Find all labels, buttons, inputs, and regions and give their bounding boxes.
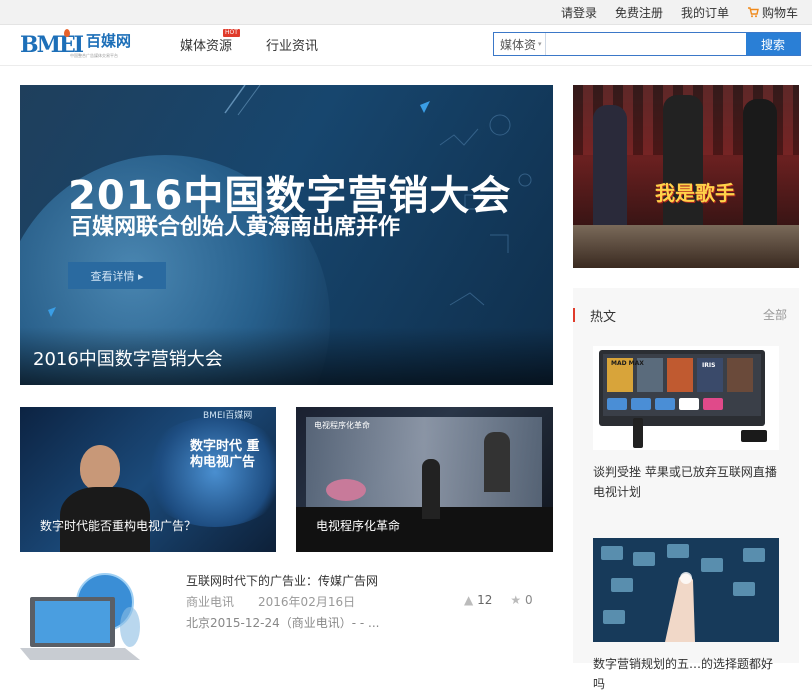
article-stats: ▲ 12 ★ 0 [464, 593, 533, 607]
view-details-button[interactable]: 查看详情 ▸ [68, 262, 166, 289]
search-category-label: 媒体资 [500, 37, 537, 52]
speaker-figure [422, 459, 440, 519]
globe-graphic [140, 417, 276, 527]
nav-item-media[interactable]: 媒体资源 HOT [180, 29, 240, 54]
news-card-2[interactable]: 电视程序化革命 电视程序化革命 [296, 407, 553, 552]
search-input[interactable] [546, 33, 746, 55]
flame-icon [64, 29, 70, 37]
cart-label: 购物车 [761, 5, 798, 20]
like-value: 12 [477, 593, 493, 607]
star-icon: ★ [510, 593, 522, 607]
nav-item-news[interactable]: 行业资讯 [266, 35, 318, 54]
post-title[interactable]: 数字营销规划的五…的选择题都好吗 [593, 654, 783, 694]
singer-figure [663, 95, 703, 235]
cart-icon [747, 7, 759, 18]
article-summary: 北京2015-12-24（商业电讯）- - ... [186, 616, 380, 630]
hero-subline: 百媒网联合创始人黄海南出席并作 [70, 215, 401, 240]
article-source: 商业电讯 [186, 595, 235, 609]
singer-figure [743, 99, 777, 239]
nav-item-label: 媒体资源 [180, 39, 233, 54]
search-bar: 媒体资 ▾ 搜索 [493, 32, 801, 56]
article-date: 2016年02月16日 [258, 595, 356, 609]
card-caption: 电视程序化革命 [316, 519, 401, 533]
tv-app-label: MAD MAX [611, 360, 644, 367]
cart-link[interactable]: 购物车 [747, 4, 798, 21]
panel-header: 热文 全部 [573, 306, 799, 325]
hot-posts-panel: 热文 全部 MAD MAX IRIS 谈判受挫 苹果或已放弃互联网直播电视计划 [573, 288, 799, 691]
logo-tagline: 中国整合广告媒体交易平台 [70, 53, 118, 58]
site-logo[interactable]: BMEI 百媒网 中国整合广告媒体交易平台 [20, 29, 132, 58]
post-thumbnail[interactable]: MAD MAX IRIS [593, 346, 779, 450]
search-category-select[interactable]: 媒体资 ▾ [494, 33, 546, 55]
stage-floor [573, 225, 799, 268]
article-item[interactable]: 互联网时代下的广告业：传媒广告网 商业电讯 2016年02月16日 ▲ 12 ★… [20, 572, 553, 663]
article-meta: 商业电讯 2016年02月16日 [186, 593, 355, 610]
screen-logo: BMEI百媒网 [203, 411, 253, 421]
card-caption: 数字时代能否重构电视广告？ [40, 519, 197, 533]
hot-badge: HOT [223, 29, 240, 37]
orders-link[interactable]: 我的订单 [681, 4, 729, 21]
logo-name: 百媒网 [86, 32, 132, 50]
screen-text: 数字时代 重构电视广告 [190, 439, 260, 470]
tv-app-label: IRIS [702, 362, 716, 369]
top-links: 请登录 免费注册 我的订单 购物车 [561, 0, 798, 24]
main-nav: 媒体资源 HOT 行业资讯 [180, 29, 318, 54]
speaker-on-screen [484, 432, 510, 492]
flower-arrangement [326, 479, 366, 501]
speaker-head [80, 445, 120, 491]
star-count[interactable]: ★ 0 [510, 593, 532, 607]
post-title[interactable]: 谈判受挫 苹果或已放弃互联网直播电视计划 [593, 462, 783, 502]
top-bar: 请登录 免费注册 我的订单 购物车 [0, 0, 812, 25]
header-accent [573, 308, 575, 322]
chevron-down-icon: ▾ [538, 40, 542, 48]
news-card-1[interactable]: BMEI百媒网 数字时代 重构电视广告 数字时代能否重构电视广告？ [20, 407, 276, 552]
hero-banner[interactable]: 2016中国数字营销大会 百媒网联合创始人黄海南出席并作 查看详情 ▸ 2016… [20, 85, 553, 385]
view-all-link[interactable]: 全部 [763, 306, 787, 323]
screen-text: 电视程序化革命 [314, 421, 370, 430]
article-title[interactable]: 互联网时代下的广告业：传媒广告网 [186, 572, 378, 589]
touch-screen-image [601, 544, 765, 642]
thumbs-up-icon: ▲ [464, 593, 474, 607]
sidebar-banner[interactable]: 我是歌手 [573, 85, 799, 268]
post-thumbnail[interactable] [593, 538, 779, 642]
search-button[interactable]: 搜索 [746, 33, 800, 55]
laptop-thumbnail [20, 573, 140, 660]
site-header: BMEI 百媒网 中国整合广告媒体交易平台 媒体资源 HOT 行业资讯 媒体资 … [0, 25, 812, 66]
show-logo: 我是歌手 [655, 181, 735, 205]
login-link[interactable]: 请登录 [561, 4, 597, 21]
singer-figure [593, 105, 627, 235]
register-link[interactable]: 免费注册 [615, 4, 663, 21]
like-count[interactable]: ▲ 12 [464, 593, 492, 607]
star-value: 0 [524, 593, 533, 607]
panel-title: 热文 [590, 310, 617, 325]
hero-caption[interactable]: 2016中国数字营销大会 [33, 345, 223, 371]
